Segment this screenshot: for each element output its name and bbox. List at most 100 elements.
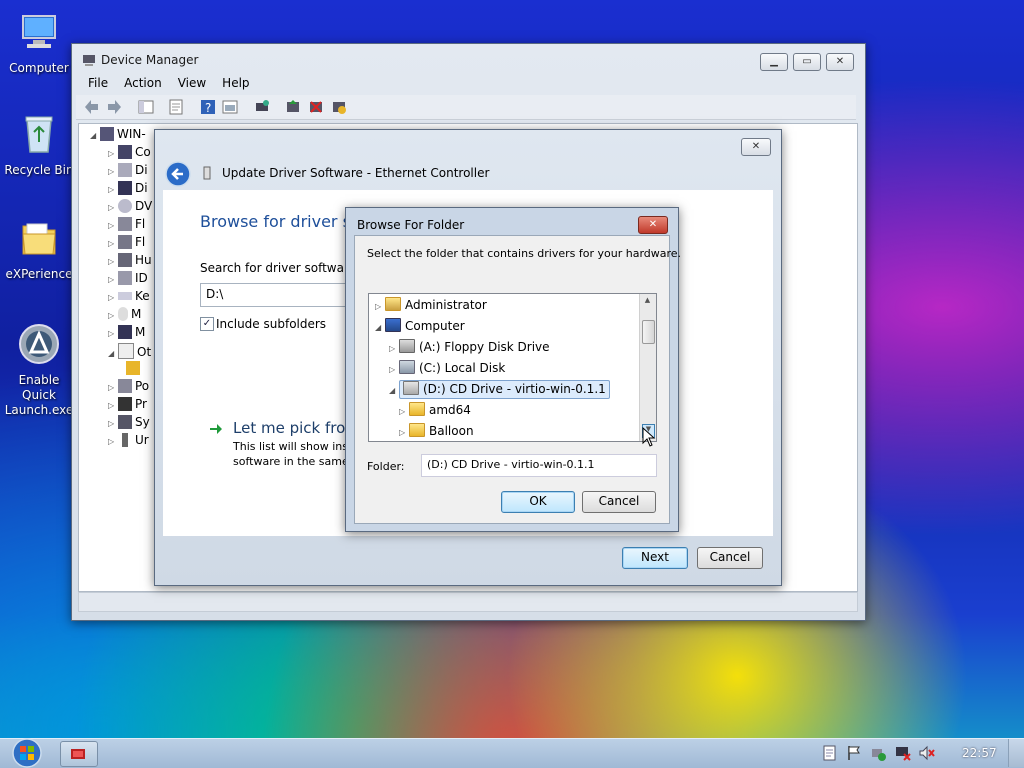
- processor-icon: [118, 397, 132, 411]
- tree-item[interactable]: ▷ Sy: [108, 415, 150, 433]
- back-arrow-icon[interactable]: [84, 99, 100, 115]
- desktop-icon-enable-quick-launch[interactable]: Enable Quick Launch.exe: [0, 322, 78, 418]
- tree-item-label: Ur: [135, 433, 149, 447]
- folder-tree-item-administrator[interactable]: ▷ Administrator: [375, 295, 487, 315]
- help-icon[interactable]: ?: [200, 99, 216, 115]
- ok-button[interactable]: OK: [501, 491, 575, 513]
- tree-root[interactable]: ◢ WIN-: [90, 127, 146, 145]
- display-adapter-icon: [118, 181, 132, 195]
- pick-desc-line-1: This list will show inst: [233, 440, 353, 453]
- scrollbar-thumb[interactable]: [642, 320, 655, 344]
- next-button[interactable]: Next: [622, 547, 688, 569]
- disable-device-icon[interactable]: [331, 99, 347, 115]
- close-button[interactable]: ✕: [741, 138, 771, 156]
- tree-item-label: M: [131, 307, 142, 321]
- computer-icon: [385, 318, 401, 332]
- folder-input[interactable]: (D:) CD Drive - virtio-win-0.1.1: [421, 454, 657, 477]
- scan-hardware-icon[interactable]: [254, 99, 270, 115]
- scrollbar[interactable]: ▲ ▼: [639, 294, 656, 441]
- folder-tree-item-computer[interactable]: ◢ Computer: [375, 316, 465, 336]
- folder-tree-item-label: amd64: [429, 403, 471, 417]
- tree-item[interactable]: ◢ Ot: [108, 343, 151, 361]
- recycle-bin-icon: [25, 116, 53, 153]
- clock[interactable]: 22:57: [962, 746, 997, 760]
- forward-arrow-icon[interactable]: [106, 99, 122, 115]
- folder-tree-item-cd-drive[interactable]: ◢ (D:) CD Drive - virtio-win-0.1.1: [389, 379, 610, 399]
- path-input[interactable]: D:\: [200, 283, 352, 307]
- menu-help[interactable]: Help: [214, 74, 257, 92]
- properties-icon[interactable]: [168, 99, 184, 115]
- safe-remove-icon[interactable]: [870, 745, 886, 761]
- desktop-icon-computer[interactable]: Computer: [0, 10, 78, 76]
- desktop-icon-recycle-bin[interactable]: Recycle Bin: [0, 112, 78, 178]
- folder-tree-item-local-disk[interactable]: ▷ (C:) Local Disk: [389, 358, 505, 378]
- view-icon[interactable]: [222, 99, 238, 115]
- expand-triangle-icon: ▷: [108, 311, 115, 320]
- folder-icon: [22, 223, 56, 255]
- folder-tree[interactable]: ▷ Administrator ◢ Computer ▷ (A:) Floppy Di…: [368, 293, 657, 442]
- desktop-icon-experience[interactable]: eXPerience: [0, 216, 78, 282]
- folder-tree-item-floppy[interactable]: ▷ (A:) Floppy Disk Drive: [389, 337, 550, 357]
- menu-bar: File Action View Help: [80, 74, 258, 92]
- tree-item[interactable]: ▷ Co: [108, 145, 151, 163]
- tree-item[interactable]: ▷ Po: [108, 379, 149, 397]
- menu-action[interactable]: Action: [116, 74, 170, 92]
- tree-item[interactable]: ▷ DV: [108, 199, 152, 217]
- expand-triangle-icon: ▷: [108, 221, 115, 230]
- back-arrow-icon[interactable]: [165, 161, 191, 187]
- network-disconnected-icon[interactable]: [894, 745, 912, 761]
- device-manager-title: Device Manager: [101, 53, 199, 67]
- browse-folder-title: Browse For Folder: [357, 218, 465, 232]
- svg-text:?: ?: [205, 101, 211, 115]
- update-driver-icon[interactable]: [285, 99, 301, 115]
- show-hide-tree-icon[interactable]: [138, 99, 154, 115]
- folder-tree-item-balloon[interactable]: ▷ Balloon: [399, 421, 474, 441]
- expand-triangle-icon: ▷: [108, 203, 115, 212]
- volume-muted-icon[interactable]: [918, 745, 936, 761]
- close-button[interactable]: ✕: [638, 216, 668, 234]
- tree-item[interactable]: ▷ Ke: [108, 289, 150, 307]
- tree-item-label: Hu: [135, 253, 152, 267]
- cancel-button[interactable]: Cancel: [697, 547, 763, 569]
- minimize-button[interactable]: ▁: [760, 53, 788, 71]
- expand-triangle-icon: ▷: [389, 365, 396, 374]
- tree-item[interactable]: ▷ Fl: [108, 235, 145, 253]
- start-button[interactable]: [6, 737, 48, 768]
- tree-item[interactable]: ▷ Ur: [108, 433, 149, 451]
- tree-item[interactable]: [126, 361, 143, 379]
- tree-item[interactable]: ▷ Fl: [108, 217, 145, 235]
- keyboard-icon: [118, 292, 132, 300]
- expand-triangle-icon: ▷: [108, 185, 115, 194]
- tree-item[interactable]: ▷ ID: [108, 271, 148, 289]
- tree-item[interactable]: ▷ Pr: [108, 397, 147, 415]
- tree-item[interactable]: ▷ Hu: [108, 253, 152, 271]
- folder-tree-item-amd64[interactable]: ▷ amd64: [399, 400, 471, 420]
- cancel-button[interactable]: Cancel: [582, 491, 656, 513]
- expand-triangle-icon: ▷: [108, 383, 115, 392]
- system-device-icon: [118, 415, 132, 429]
- expand-triangle-icon: ▷: [108, 401, 115, 410]
- desktop-icon-label: Recycle Bin: [4, 163, 74, 177]
- action-center-flag-icon[interactable]: [846, 745, 862, 761]
- tree-item[interactable]: ▷ Di: [108, 181, 148, 199]
- selected-highlight: (D:) CD Drive - virtio-win-0.1.1: [399, 380, 610, 399]
- collapse-triangle-icon: ◢: [108, 349, 115, 358]
- maximize-button[interactable]: ▭: [793, 53, 821, 71]
- close-button[interactable]: ✕: [826, 53, 854, 71]
- tree-item[interactable]: ▷ M: [108, 325, 145, 343]
- uninstall-icon[interactable]: [308, 99, 324, 115]
- pick-from-list-link[interactable]: Let me pick from: [233, 419, 360, 437]
- show-desktop-button[interactable]: [1008, 739, 1024, 767]
- scroll-up-icon[interactable]: ▲: [642, 296, 653, 308]
- notes-icon[interactable]: [823, 745, 837, 761]
- tree-item[interactable]: ▷ Di: [108, 163, 148, 181]
- menu-file[interactable]: File: [80, 74, 116, 92]
- expand-triangle-icon: ▷: [399, 428, 406, 437]
- menu-view[interactable]: View: [170, 74, 214, 92]
- include-subfolders-checkbox[interactable]: ✓: [200, 317, 214, 331]
- folder-input-value: (D:) CD Drive - virtio-win-0.1.1: [427, 458, 595, 471]
- taskbar-device-manager-button[interactable]: [60, 741, 98, 767]
- collapse-triangle-icon: ◢: [90, 131, 97, 140]
- expand-triangle-icon: ▷: [399, 407, 406, 416]
- tree-item[interactable]: ▷ M: [108, 307, 141, 325]
